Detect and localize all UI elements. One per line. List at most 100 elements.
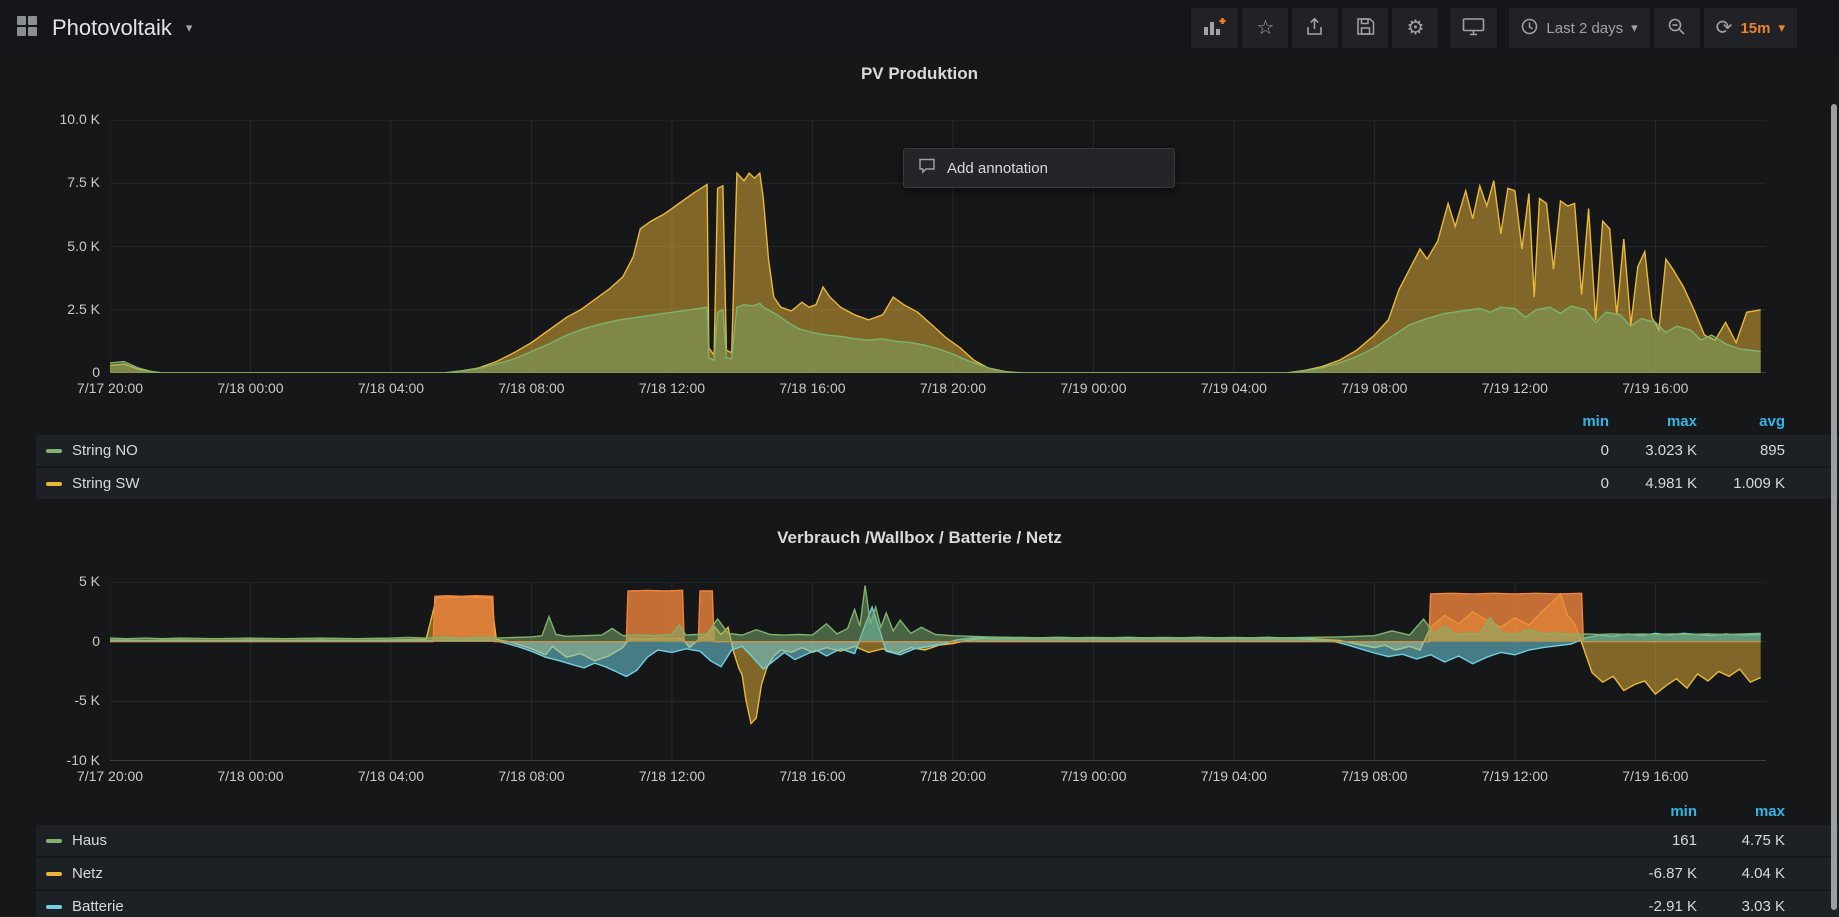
legend-col-max: max bbox=[1697, 803, 1785, 820]
comment-icon bbox=[918, 158, 936, 178]
save-dashboard-button[interactable] bbox=[1342, 8, 1388, 48]
plot-area[interactable] bbox=[110, 582, 1766, 761]
x-tick-label: 7/19 12:00 bbox=[1450, 380, 1580, 396]
chevron-down-icon: ▾ bbox=[1778, 20, 1785, 36]
x-tick-label: 7/19 00:00 bbox=[1028, 380, 1158, 396]
menu-item-label: Add annotation bbox=[947, 160, 1048, 177]
panel-title-pv-produktion[interactable]: PV Produktion bbox=[0, 64, 1839, 84]
legend-min-value: -6.87 K bbox=[1609, 865, 1697, 882]
series-name: Netz bbox=[72, 865, 103, 882]
dashboard-picker[interactable]: Photovoltaik ▾ bbox=[16, 15, 192, 42]
legend-max-value: 3.023 K bbox=[1609, 442, 1697, 459]
legend-max-value: 3.03 K bbox=[1697, 898, 1785, 915]
y-tick-label: -10 K bbox=[22, 752, 100, 768]
y-tick-label: 2.5 K bbox=[22, 301, 100, 317]
legend-col-avg: avg bbox=[1697, 413, 1785, 430]
add-panel-button[interactable] bbox=[1191, 8, 1238, 48]
legend-max-value: 4.75 K bbox=[1697, 832, 1785, 849]
zoom-out-time-button[interactable] bbox=[1654, 8, 1700, 48]
x-tick-label: 7/18 12:00 bbox=[607, 380, 737, 396]
legend-row-netz[interactable]: Netz -6.87 K 4.04 K bbox=[36, 858, 1839, 889]
series-color-icon bbox=[46, 839, 62, 843]
y-tick-label: 0 bbox=[22, 633, 100, 649]
share-dashboard-button[interactable] bbox=[1292, 8, 1338, 48]
clock-icon bbox=[1521, 18, 1538, 39]
series-color-icon bbox=[46, 449, 62, 453]
x-tick-label: 7/18 04:00 bbox=[326, 380, 456, 396]
chart-context-menu: Add annotation bbox=[903, 148, 1175, 188]
x-tick-label: 7/18 04:00 bbox=[326, 768, 456, 784]
legend-pv-produktion: min max avg String NO 0 3.023 K 895 Stri… bbox=[36, 409, 1839, 499]
time-range-label: Last 2 days bbox=[1546, 20, 1623, 37]
y-tick-label: 0 bbox=[22, 364, 100, 380]
x-tick-label: 7/19 12:00 bbox=[1450, 768, 1580, 784]
y-tick-label: 10.0 K bbox=[22, 111, 100, 127]
refresh-interval-label: 15m bbox=[1740, 20, 1770, 37]
save-icon bbox=[1356, 17, 1375, 40]
chart-canvas bbox=[110, 582, 1766, 761]
series-name: String SW bbox=[72, 475, 140, 492]
y-tick-label: 5 K bbox=[22, 573, 100, 589]
dashboard-settings-button[interactable]: ⚙ bbox=[1392, 8, 1438, 48]
series-color-icon bbox=[46, 482, 62, 486]
series-name: Batterie bbox=[72, 898, 124, 915]
panel-title-verbrauch[interactable]: Verbrauch /Wallbox / Batterie / Netz bbox=[0, 528, 1839, 548]
x-tick-label: 7/18 12:00 bbox=[607, 768, 737, 784]
x-tick-label: 7/18 20:00 bbox=[888, 380, 1018, 396]
monitor-icon bbox=[1462, 17, 1485, 40]
legend-col-min: min bbox=[1521, 413, 1609, 430]
navbar-actions: ☆ ⚙ bbox=[1179, 8, 1797, 48]
gear-icon: ⚙ bbox=[1406, 18, 1424, 38]
legend-col-min: min bbox=[1609, 803, 1697, 820]
share-icon bbox=[1305, 17, 1325, 40]
x-tick-label: 7/18 20:00 bbox=[888, 768, 1018, 784]
legend-row-string-no[interactable]: String NO 0 3.023 K 895 bbox=[36, 435, 1839, 466]
legend-min-value: 0 bbox=[1521, 442, 1609, 459]
star-dashboard-button[interactable]: ☆ bbox=[1242, 8, 1288, 48]
y-tick-label: 7.5 K bbox=[22, 174, 100, 190]
x-tick-label: 7/18 16:00 bbox=[747, 380, 877, 396]
legend-avg-value: 895 bbox=[1697, 442, 1785, 459]
x-tick-label: 7/17 20:00 bbox=[45, 380, 175, 396]
grafana-dashboard: Photovoltaik ▾ ☆ bbox=[0, 0, 1839, 917]
chevron-down-icon: ▾ bbox=[186, 20, 193, 36]
legend-verbrauch: min max Haus 161 4.75 K Netz -6.87 K 4.0… bbox=[36, 799, 1839, 917]
series-name: String NO bbox=[72, 442, 138, 459]
x-tick-label: 7/19 16:00 bbox=[1590, 380, 1720, 396]
apps-grid-icon bbox=[16, 15, 38, 42]
legend-header: min max bbox=[36, 799, 1839, 823]
legend-row-haus[interactable]: Haus 161 4.75 K bbox=[36, 825, 1839, 856]
x-tick-label: 7/19 08:00 bbox=[1309, 380, 1439, 396]
legend-min-value: -2.91 K bbox=[1609, 898, 1697, 915]
y-tick-label: -5 K bbox=[22, 692, 100, 708]
time-range-picker[interactable]: Last 2 days ▾ bbox=[1509, 8, 1649, 48]
series-color-icon bbox=[46, 872, 62, 876]
x-tick-label: 7/19 16:00 bbox=[1590, 768, 1720, 784]
refresh-icon: ⟳ bbox=[1716, 18, 1733, 38]
series-name: Haus bbox=[72, 832, 107, 849]
legend-row-string-sw[interactable]: String SW 0 4.981 K 1.009 K bbox=[36, 468, 1839, 499]
legend-col-max: max bbox=[1609, 413, 1697, 430]
add-annotation-menu-item[interactable]: Add annotation bbox=[904, 149, 1174, 187]
top-navbar: Photovoltaik ▾ ☆ bbox=[0, 0, 1839, 56]
legend-min-value: 0 bbox=[1521, 475, 1609, 492]
legend-row-batterie[interactable]: Batterie -2.91 K 3.03 K bbox=[36, 891, 1839, 917]
cycle-view-mode-button[interactable] bbox=[1450, 8, 1497, 48]
legend-min-value: 161 bbox=[1609, 832, 1697, 849]
legend-avg-value: 1.009 K bbox=[1697, 475, 1785, 492]
add-panel-icon bbox=[1203, 17, 1226, 40]
legend-max-value: 4.981 K bbox=[1609, 475, 1697, 492]
x-tick-label: 7/18 16:00 bbox=[747, 768, 877, 784]
refresh-picker[interactable]: ⟳ 15m ▾ bbox=[1704, 8, 1797, 48]
legend-max-value: 4.04 K bbox=[1697, 865, 1785, 882]
magnifier-icon bbox=[1667, 17, 1686, 40]
dashboard-title: Photovoltaik bbox=[52, 15, 172, 41]
x-tick-label: 7/19 08:00 bbox=[1309, 768, 1439, 784]
vertical-scrollbar[interactable] bbox=[1831, 104, 1837, 910]
x-tick-label: 7/18 08:00 bbox=[466, 380, 596, 396]
star-icon: ☆ bbox=[1256, 18, 1274, 38]
legend-header: min max avg bbox=[36, 409, 1839, 433]
series-color-icon bbox=[46, 905, 62, 909]
x-tick-label: 7/19 04:00 bbox=[1169, 768, 1299, 784]
x-tick-label: 7/19 00:00 bbox=[1028, 768, 1158, 784]
